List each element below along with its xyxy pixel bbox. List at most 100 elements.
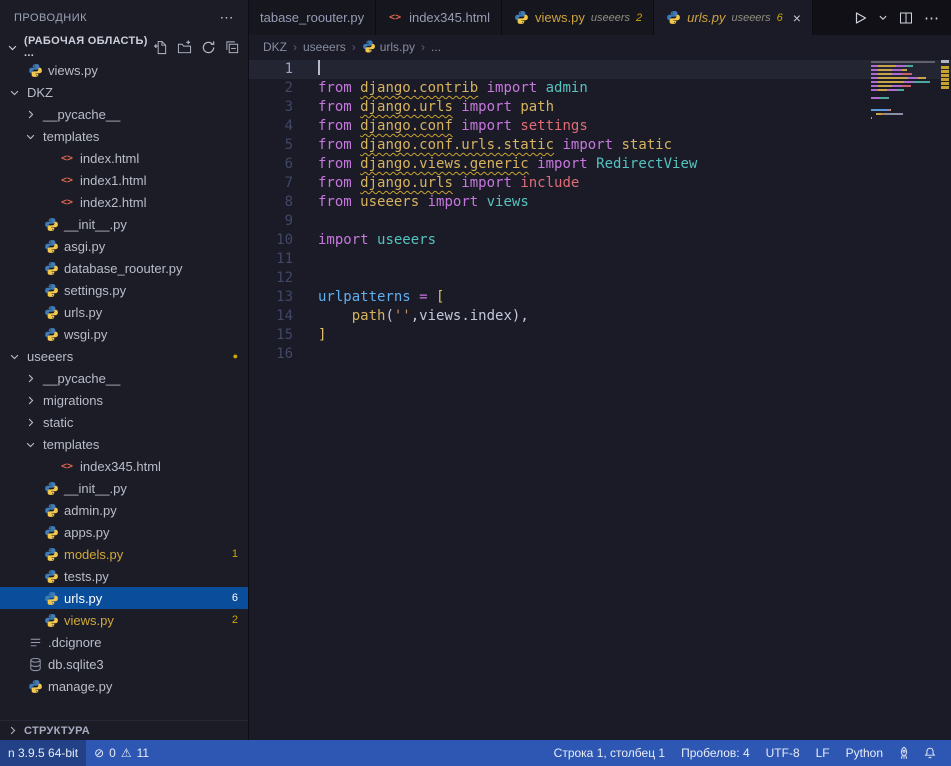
encoding-status[interactable]: UTF-8 — [758, 740, 808, 766]
new-folder-icon[interactable] — [177, 40, 192, 55]
tree-file-tests.py[interactable]: tests.py — [0, 565, 248, 587]
python-icon — [43, 568, 59, 584]
bell-icon[interactable] — [917, 746, 943, 760]
tree-file-urls.py[interactable]: urls.py6 — [0, 587, 248, 609]
code-line-7[interactable]: 7from django.urls import include — [249, 174, 951, 193]
tree-folder-templates[interactable]: templates — [0, 125, 248, 147]
tree-folder-migrations[interactable]: migrations — [0, 389, 248, 411]
breadcrumb-item-useeers[interactable]: useeers — [303, 40, 346, 54]
split-editor-icon[interactable] — [898, 10, 914, 26]
code-line-11[interactable]: 11 — [249, 250, 951, 269]
tree-file-index2.html[interactable]: <>index2.html — [0, 191, 248, 213]
python-interpreter-status[interactable]: n 3.9.5 64-bit — [0, 740, 86, 766]
editor-more-icon[interactable]: ⋯ — [924, 9, 939, 27]
tree-file-views.py[interactable]: views.py2 — [0, 609, 248, 631]
problems-badge: 6 — [232, 592, 238, 604]
code-line-8[interactable]: 8from useeers import views — [249, 193, 951, 212]
code-line-13[interactable]: 13urlpatterns = [ — [249, 288, 951, 307]
code-line-2[interactable]: 2from django.contrib import admin — [249, 79, 951, 98]
code-line-16[interactable]: 16 — [249, 345, 951, 364]
explorer-more-icon[interactable]: ⋯ — [220, 9, 235, 26]
cursor-position[interactable]: Строка 1, столбец 1 — [546, 740, 673, 766]
status-bar: n 3.9.5 64-bit ⊘ 0 ⚠ 11 Строка 1, столбе… — [0, 740, 951, 766]
ruler-warning-mark — [941, 74, 949, 77]
minimap[interactable] — [871, 61, 935, 125]
rocket-icon[interactable] — [891, 746, 917, 760]
line-number: 1 — [249, 60, 293, 79]
new-file-icon[interactable] — [153, 40, 168, 55]
tree-file-urls.py[interactable]: urls.py — [0, 301, 248, 323]
breadcrumb-label: useeers — [303, 40, 346, 54]
breadcrumb-item-...[interactable]: ... — [431, 40, 441, 54]
code-editor[interactable]: 12from django.contrib import admin3from … — [249, 58, 951, 740]
code-line-5[interactable]: 5from django.conf.urls.static import sta… — [249, 136, 951, 155]
python-icon — [27, 62, 43, 78]
tree-item-label: tests.py — [64, 569, 109, 584]
tree-file-index345.html[interactable]: <>index345.html — [0, 455, 248, 477]
tree-file-__init__.py[interactable]: __init__.py — [0, 213, 248, 235]
code-line-1[interactable]: 1 — [249, 60, 951, 79]
tree-file-wsgi.py[interactable]: wsgi.py — [0, 323, 248, 345]
close-icon[interactable]: × — [793, 10, 801, 26]
tree-folder-useeers[interactable]: useeers● — [0, 345, 248, 367]
eol-status[interactable]: LF — [808, 740, 838, 766]
tree-folder-static[interactable]: static — [0, 411, 248, 433]
python-icon — [43, 480, 59, 496]
code-line-4[interactable]: 4from django.conf import settings — [249, 117, 951, 136]
tree-file-settings.py[interactable]: settings.py — [0, 279, 248, 301]
tree-file-index.html[interactable]: <>index.html — [0, 147, 248, 169]
indentation-status[interactable]: Пробелов: 4 — [673, 740, 758, 766]
refresh-icon[interactable] — [201, 40, 216, 55]
code-line-12[interactable]: 12 — [249, 269, 951, 288]
tree-file-__init__.py[interactable]: __init__.py — [0, 477, 248, 499]
editor-group: tabase_roouter.py<>index345.htmlviews.py… — [249, 0, 951, 740]
chevron-down-icon — [6, 84, 22, 100]
run-button[interactable] — [852, 10, 868, 26]
code-line-10[interactable]: 10import useeers — [249, 231, 951, 250]
breadcrumb-label: ... — [431, 40, 441, 54]
code-line-3[interactable]: 3from django.urls import path — [249, 98, 951, 117]
run-dropdown-chevron-icon[interactable] — [878, 13, 888, 23]
tree-folder-templates[interactable]: templates — [0, 433, 248, 455]
code-text: from useeers import views — [318, 193, 529, 212]
code-line-15[interactable]: 15] — [249, 326, 951, 345]
tree-file-index1.html[interactable]: <>index1.html — [0, 169, 248, 191]
chevron-right-icon — [22, 106, 38, 122]
python-icon — [43, 216, 59, 232]
outline-section-header[interactable]: СТРУКТУРА — [0, 720, 248, 740]
tree-file-admin.py[interactable]: admin.py — [0, 499, 248, 521]
tree-folder-__pycache__[interactable]: __pycache__ — [0, 103, 248, 125]
breadcrumb-item-urls.py[interactable]: urls.py — [362, 40, 415, 54]
code-text: import useeers — [318, 231, 436, 250]
tab-urls.py[interactable]: urls.pyuseeers6× — [654, 0, 813, 35]
tree-file-.dcignore[interactable]: .dcignore — [0, 631, 248, 653]
tree-item-label: views.py — [48, 63, 98, 78]
tree-file-database_roouter.py[interactable]: database_roouter.py — [0, 257, 248, 279]
collapse-all-icon[interactable] — [225, 40, 240, 55]
code-line-9[interactable]: 9 — [249, 212, 951, 231]
tree-file-db.sqlite3[interactable]: db.sqlite3 — [0, 653, 248, 675]
tab-index345.html[interactable]: <>index345.html — [376, 0, 502, 35]
tree-item-label: .dcignore — [48, 635, 101, 650]
tab-bar-tabs: tabase_roouter.py<>index345.htmlviews.py… — [249, 0, 813, 35]
tree-file-apps.py[interactable]: apps.py — [0, 521, 248, 543]
problems-status[interactable]: ⊘ 0 ⚠ 11 — [86, 740, 157, 766]
tab-tabase_roouter.py[interactable]: tabase_roouter.py — [249, 0, 376, 35]
code-text: path('',views.index), — [318, 307, 529, 326]
tab-views.py[interactable]: views.pyuseeers2 — [502, 0, 654, 35]
code-line-14[interactable]: 14 path('',views.index), — [249, 307, 951, 326]
code-line-6[interactable]: 6from django.views.generic import Redire… — [249, 155, 951, 174]
tree-file-views.py[interactable]: views.py — [0, 59, 248, 81]
tree-file-manage.py[interactable]: manage.py — [0, 675, 248, 697]
tab-bar: tabase_roouter.py<>index345.htmlviews.py… — [249, 0, 951, 35]
breadcrumb-item-DKZ[interactable]: DKZ — [263, 40, 287, 54]
chevron-right-icon — [22, 392, 38, 408]
python-icon — [362, 40, 376, 54]
tree-file-models.py[interactable]: models.py1 — [0, 543, 248, 565]
language-mode[interactable]: Python — [838, 740, 891, 766]
tree-file-asgi.py[interactable]: asgi.py — [0, 235, 248, 257]
tree-folder-DKZ[interactable]: DKZ — [0, 81, 248, 103]
workspace-section-header[interactable]: (РАБОЧАЯ ОБЛАСТЬ) ... — [0, 35, 248, 59]
tree-item-label: __init__.py — [64, 481, 127, 496]
tree-folder-__pycache__[interactable]: __pycache__ — [0, 367, 248, 389]
